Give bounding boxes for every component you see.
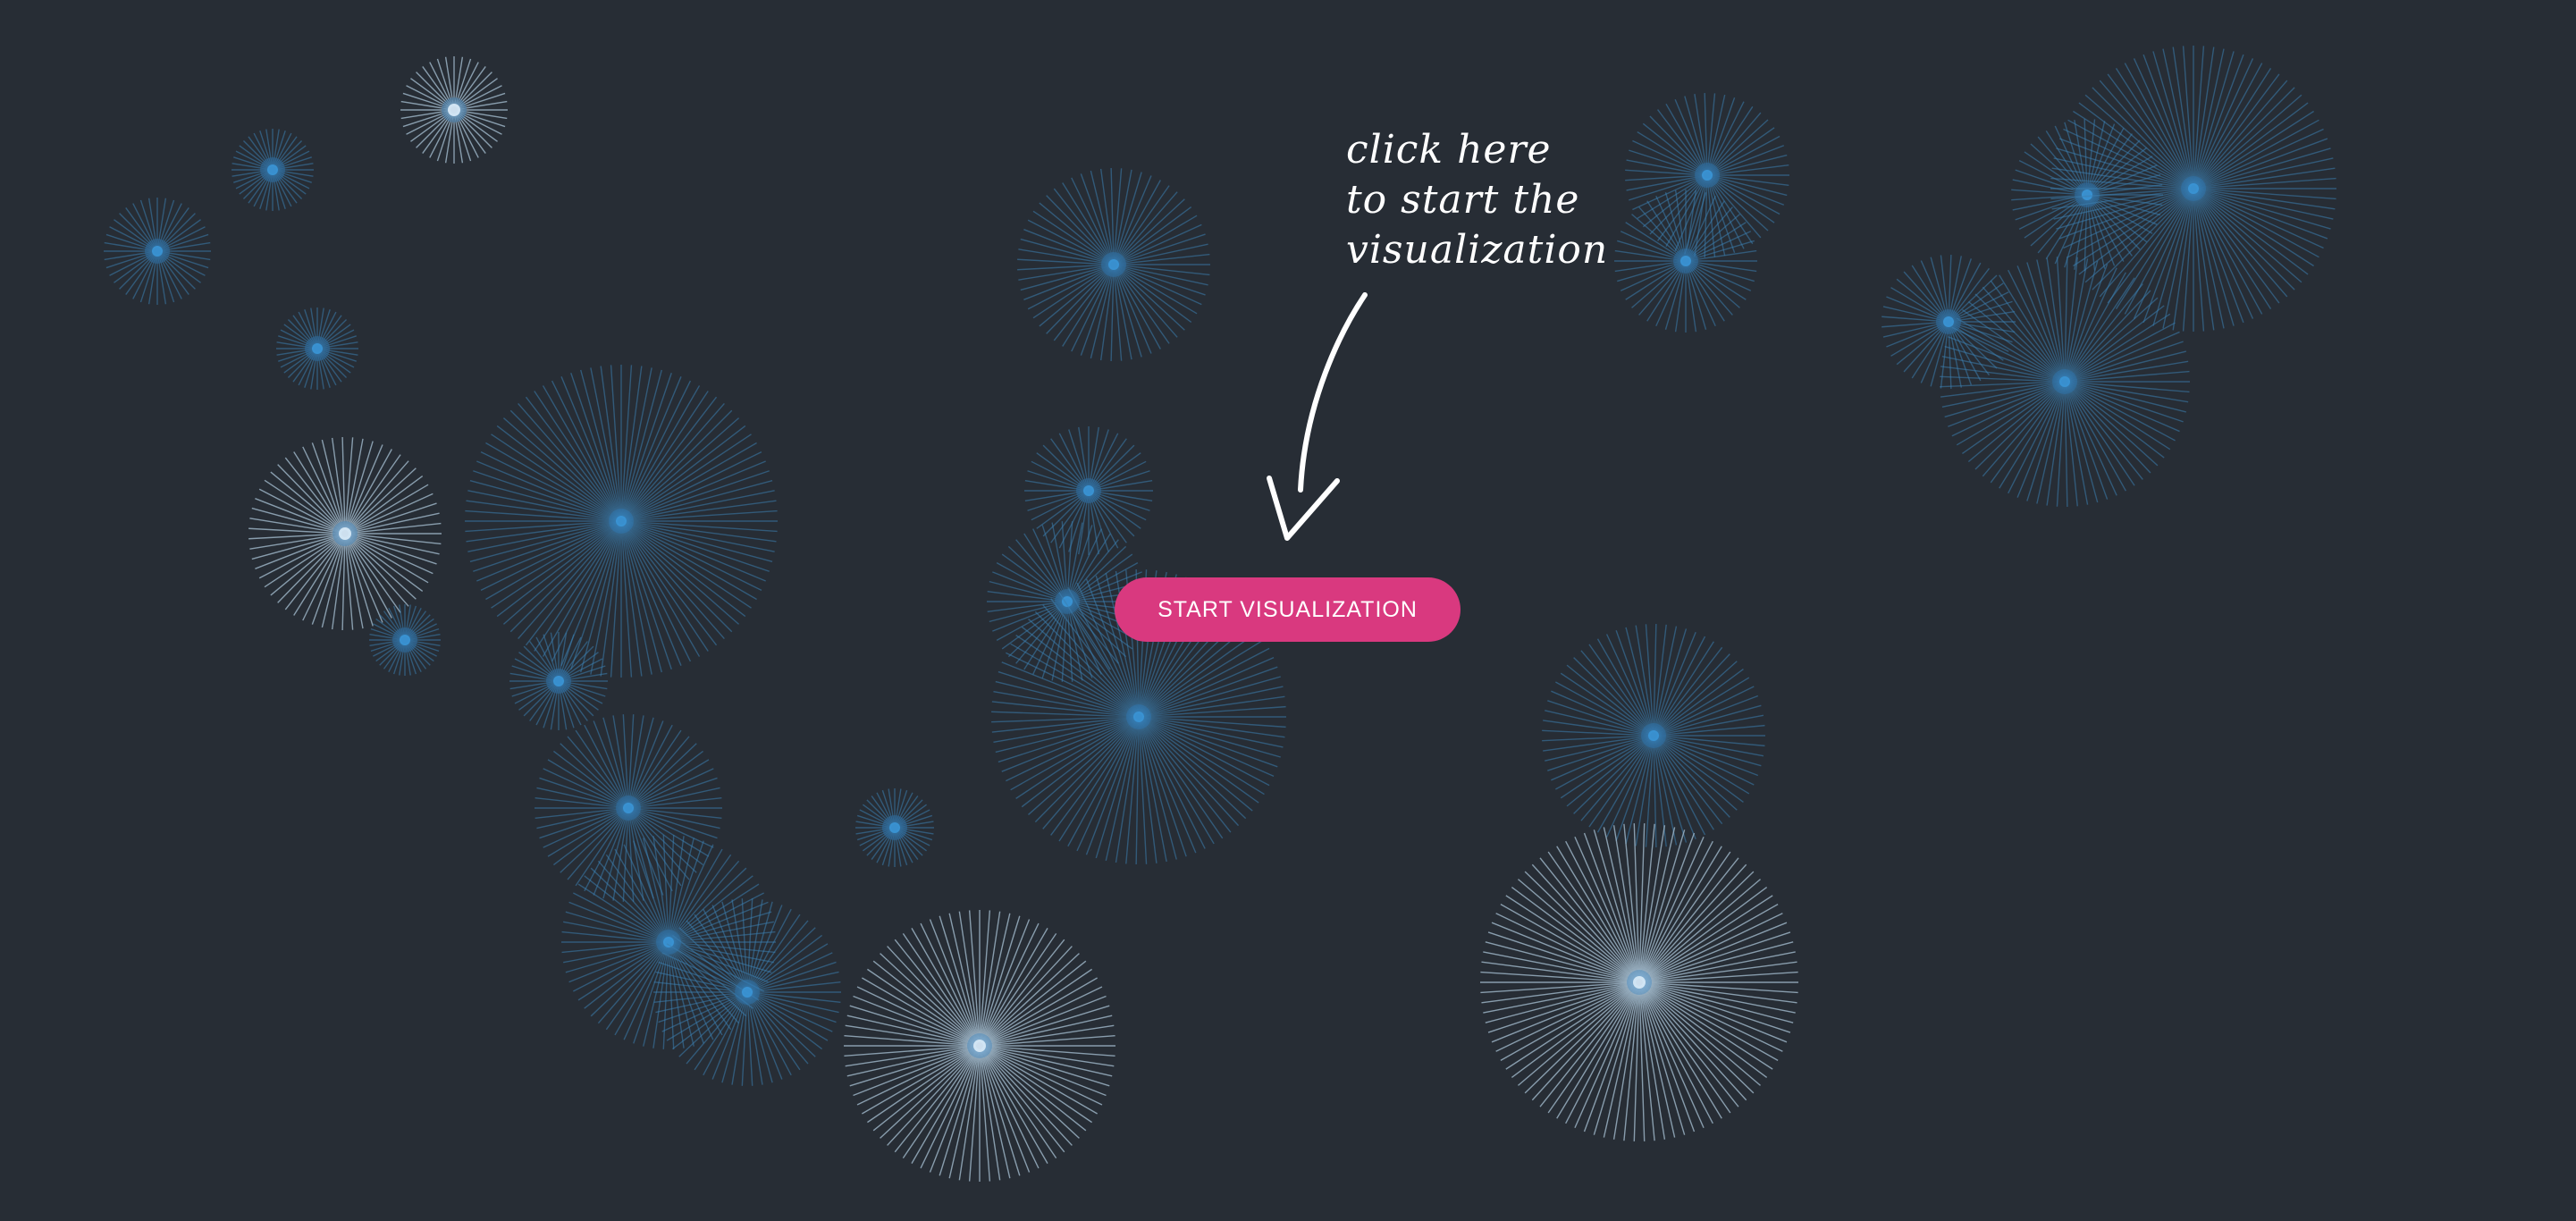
starburst (465, 365, 778, 678)
hint-line-1: click here (1346, 127, 1552, 173)
hint-text: click here to start the visualization (1346, 125, 1632, 275)
starburst (248, 437, 442, 630)
hint-arrow-icon (1267, 292, 1368, 541)
starburst (1542, 624, 1765, 847)
starburst (855, 788, 934, 867)
starburst (232, 129, 314, 211)
starburst (400, 56, 508, 164)
starburst (844, 910, 1115, 1182)
starburst (1480, 823, 1798, 1141)
starburst (509, 632, 608, 730)
start-visualization-button[interactable]: START VISUALIZATION (1115, 577, 1461, 642)
hint-line-3: visualization (1346, 227, 1609, 273)
starburst (1881, 255, 2016, 389)
starburst (369, 604, 441, 676)
starburst (1625, 93, 1789, 257)
hint-line-2: to start the (1346, 177, 1580, 223)
starburst (2050, 46, 2336, 332)
starburst (2011, 119, 2163, 271)
starburst (104, 198, 211, 305)
visualization-stage: click here to start the visualization ST… (0, 0, 2576, 1221)
starburst (1614, 189, 1757, 333)
starburst (276, 307, 358, 390)
starburst (1017, 168, 1210, 361)
